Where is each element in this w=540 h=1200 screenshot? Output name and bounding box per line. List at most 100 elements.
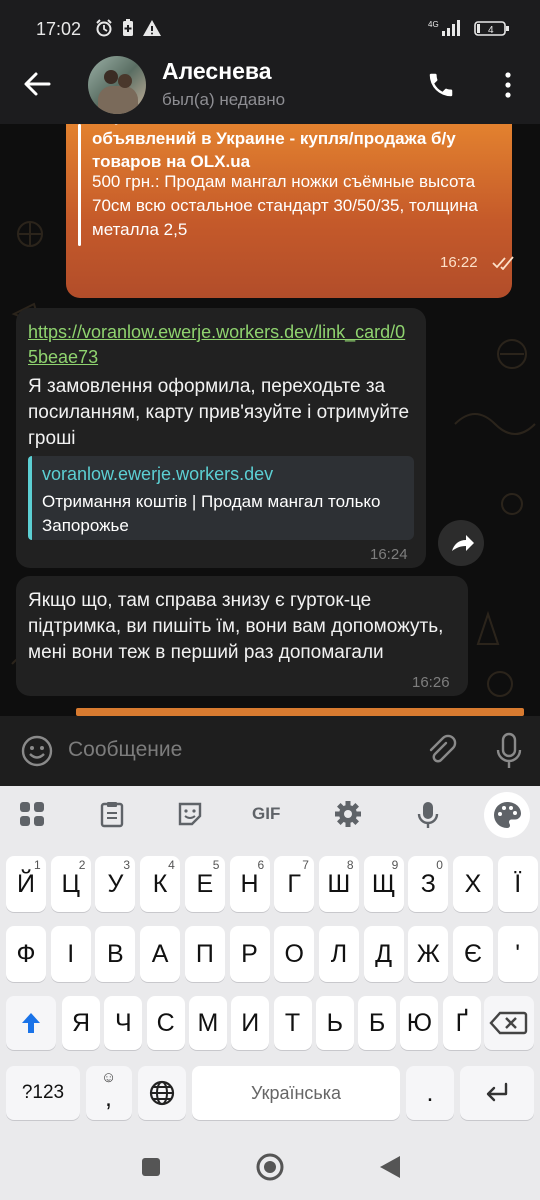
link-preview-title: Отримання коштів | Продам мангал только … <box>42 492 381 535</box>
share-button[interactable] <box>438 520 484 566</box>
status-icons-left <box>94 18 162 38</box>
apps-grid-icon[interactable] <box>18 800 46 828</box>
key[interactable]: П <box>184 926 225 982</box>
key[interactable]: ' <box>497 926 538 982</box>
key[interactable]: Д <box>363 926 404 982</box>
phone-call-icon[interactable] <box>426 70 456 100</box>
status-time: 17:02 <box>36 19 82 39</box>
message-time: 16:22 <box>440 254 478 271</box>
recents-icon[interactable] <box>140 1156 162 1178</box>
key[interactable]: Р <box>229 926 270 982</box>
shift-arrow-icon <box>22 1013 40 1033</box>
key-hint: 9 <box>391 858 399 872</box>
back-triangle-icon[interactable] <box>378 1154 402 1180</box>
message-link[interactable]: https://voranlow.ewerje.workers.dev/link… <box>28 320 412 370</box>
message-time: 16:26 <box>412 674 450 691</box>
key[interactable]: Ж <box>408 926 449 982</box>
palette-icon <box>494 802 521 828</box>
key-hint: 0 <box>436 858 443 872</box>
attach-icon[interactable] <box>424 734 458 768</box>
enter-icon <box>486 1082 508 1102</box>
microphone-icon[interactable] <box>496 732 522 770</box>
home-icon[interactable] <box>255 1152 285 1182</box>
key[interactable]: І <box>50 926 91 982</box>
symbols-key[interactable]: ?123 <box>6 1066 80 1120</box>
key[interactable]: Ф <box>6 926 46 982</box>
outgoing-message[interactable]: Сервис объявлений OLX: сайт частных объя… <box>66 124 514 298</box>
battery-icon: 4 <box>474 21 509 36</box>
message-time: 16:24 <box>370 546 408 563</box>
contact-avatar[interactable] <box>88 56 146 114</box>
key[interactable]: И <box>231 996 270 1050</box>
sticker-icon[interactable] <box>176 800 204 828</box>
back-arrow-icon[interactable] <box>22 70 52 98</box>
message-composer: Сообщение <box>0 716 540 786</box>
alarm-icon <box>96 19 112 37</box>
system-nav-bar <box>0 1132 540 1200</box>
next-message-edge <box>76 708 524 716</box>
key[interactable]: Ґ <box>442 996 481 1050</box>
more-options-icon[interactable] <box>500 70 516 100</box>
message-text: Я замовлення оформила, переходьте за пос… <box>28 376 410 449</box>
comma-label: , <box>105 1084 112 1112</box>
warning-icon <box>143 20 161 36</box>
double-check-icon <box>492 256 514 270</box>
key-hint: 4 <box>168 858 175 872</box>
key-hint: 1 <box>34 858 41 872</box>
backspace-key[interactable] <box>484 996 534 1050</box>
incoming-message[interactable]: Якщо що, там справа знизу є гурток-це пі… <box>16 576 468 696</box>
emoji-icon[interactable] <box>20 734 54 768</box>
settings-gear-icon[interactable] <box>334 800 362 828</box>
share-arrow-icon <box>452 535 474 551</box>
key[interactable]: Я <box>62 996 100 1050</box>
link-preview-bar <box>28 456 32 540</box>
enter-key[interactable] <box>460 1066 534 1120</box>
space-key[interactable]: Українська <box>192 1066 400 1120</box>
key[interactable]: В <box>95 926 136 982</box>
shift-key[interactable] <box>6 996 56 1050</box>
key[interactable]: Б <box>358 996 397 1050</box>
chat-header: Алеснева был(а) недавно <box>0 40 540 124</box>
svg-text:4G: 4G <box>428 20 439 29</box>
link-preview-card[interactable]: voranlow.ewerje.workers.dev Отримання ко… <box>28 456 414 540</box>
key[interactable]: С <box>146 996 185 1050</box>
key-hint: 8 <box>346 858 354 872</box>
key[interactable]: Ч <box>104 996 143 1050</box>
gif-button[interactable]: GIF <box>252 804 280 824</box>
key[interactable]: Ю <box>400 996 439 1050</box>
voice-input-icon[interactable] <box>416 800 440 830</box>
key[interactable]: Ь <box>315 996 354 1050</box>
key-hint: 7 <box>302 858 309 872</box>
language-key[interactable] <box>138 1066 186 1120</box>
key-hint: 2 <box>78 858 86 872</box>
key[interactable]: Т <box>273 996 312 1050</box>
clipboard-icon[interactable] <box>98 800 126 828</box>
message-input[interactable]: Сообщение <box>68 738 182 762</box>
theme-button[interactable] <box>484 792 530 838</box>
svg-text:4: 4 <box>488 25 494 36</box>
key-hint: 3 <box>123 858 131 872</box>
emoji-comma-key[interactable]: ☺ , <box>86 1066 132 1120</box>
key[interactable]: Л <box>318 926 359 982</box>
link-preview-bar <box>78 124 81 246</box>
link-preview-site: voranlow.ewerje.workers.dev <box>42 464 274 484</box>
incoming-message[interactable]: https://voranlow.ewerje.workers.dev/link… <box>16 308 426 568</box>
chat-area[interactable]: Сервис объявлений OLX: сайт частных объя… <box>0 124 540 716</box>
signal-4g-icon: 4G <box>428 20 460 36</box>
status-icons-right: 4G 4 <box>428 18 510 38</box>
key-hint: 5 <box>212 858 220 872</box>
message-text: Якщо що, там справа знизу є гурток-це пі… <box>28 590 444 663</box>
key[interactable]: О <box>274 926 315 982</box>
period-key[interactable]: . <box>406 1066 454 1120</box>
key[interactable]: А <box>140 926 181 982</box>
key[interactable]: Є <box>453 926 493 982</box>
battery-saver-icon <box>123 19 133 36</box>
key[interactable]: Ї <box>497 856 538 912</box>
link-preview-title[interactable]: Сервис объявлений OLX: сайт частных объя… <box>92 124 502 173</box>
keyboard-toolbar: GIF <box>0 786 540 842</box>
contact-name[interactable]: Алеснева <box>162 58 272 85</box>
globe-icon <box>149 1080 175 1106</box>
key[interactable]: Х <box>453 856 493 912</box>
key[interactable]: М <box>188 996 227 1050</box>
link-preview-description: 500 грн.: Продам мангал ножки съёмные вы… <box>92 172 478 239</box>
